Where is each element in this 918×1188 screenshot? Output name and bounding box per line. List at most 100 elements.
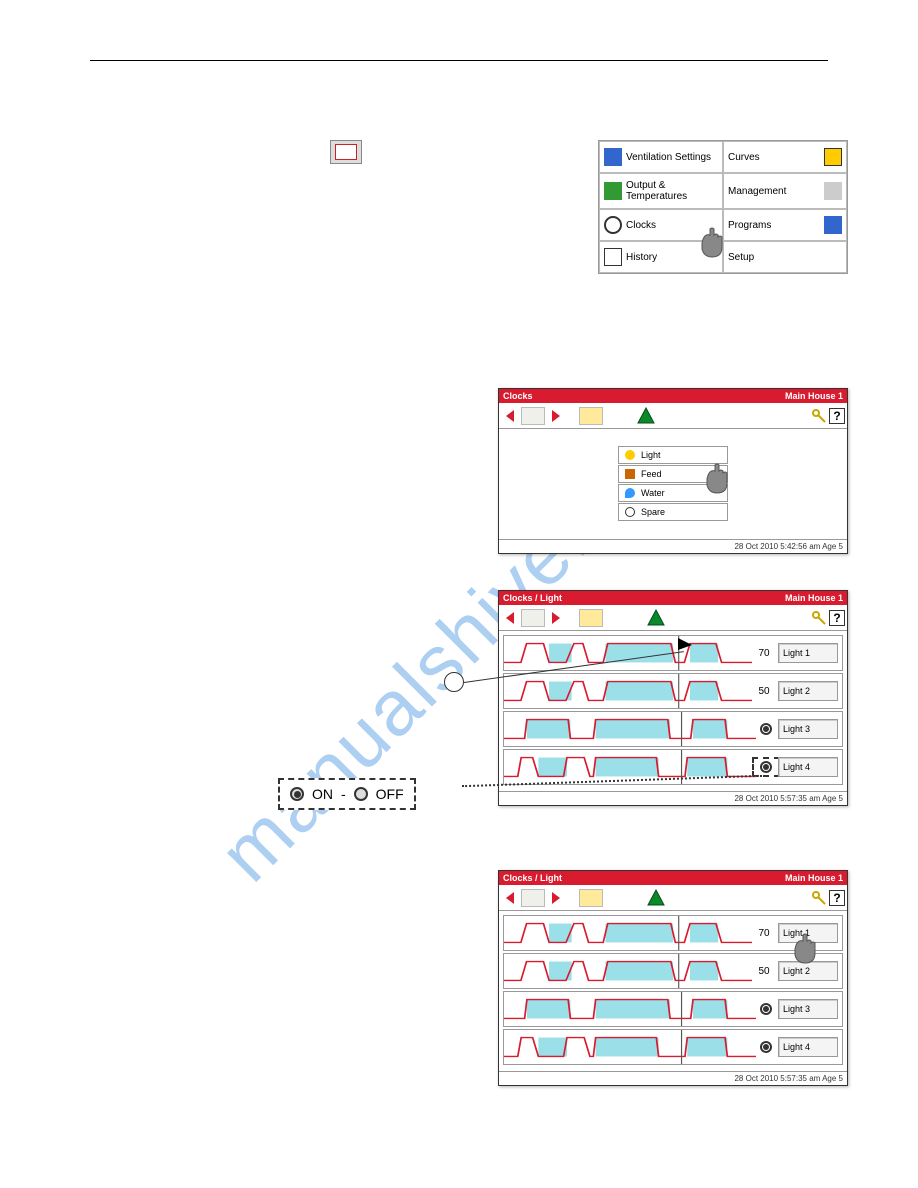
callout-circle — [444, 672, 464, 692]
menu-management[interactable]: Management — [723, 173, 847, 209]
clocks-light-screen-2: Clocks / Light Main House 1 ? — [498, 870, 848, 1086]
light-chart — [504, 916, 752, 950]
nav-prev-icon[interactable] — [501, 407, 519, 425]
menu-label: Clocks — [626, 220, 656, 231]
menu-history[interactable]: History — [599, 241, 723, 273]
screen-header: Clocks / Light Main House 1 — [499, 591, 847, 605]
screen-title-left: Clocks / Light — [503, 593, 562, 603]
screen-title-left: Clocks — [503, 391, 533, 401]
menu-curves[interactable]: Curves — [723, 141, 847, 173]
light-value: 70 — [752, 648, 776, 659]
light-button[interactable]: Light 1 — [778, 923, 838, 943]
tool-icon[interactable] — [579, 407, 603, 425]
menu-label: Setup — [728, 252, 754, 263]
key-icon[interactable] — [811, 890, 827, 906]
menu-label: Output & Temperatures — [626, 180, 718, 202]
screen-footer: 28 Oct 2010 5:57:35 am Age 5 — [499, 791, 847, 805]
menu-clocks[interactable]: Clocks — [599, 209, 723, 241]
light-radio[interactable] — [756, 1003, 776, 1015]
screen-title-right: Main House 1 — [785, 873, 843, 883]
off-label: OFF — [376, 786, 404, 802]
help-icon[interactable]: ? — [829, 610, 845, 626]
menu-ventilation[interactable]: Ventilation Settings — [599, 141, 723, 173]
home-icon[interactable] — [521, 889, 545, 907]
onoff-legend: ON - OFF — [278, 778, 416, 810]
clocks-item-feed[interactable]: Feed — [618, 465, 728, 483]
light-value: 50 — [752, 686, 776, 697]
screen-header: Clocks / Light Main House 1 — [499, 871, 847, 885]
menu-label: Management — [728, 186, 786, 197]
light-rows: 70 Light 1 50 Light 2 — [499, 631, 847, 791]
control-panel-icon — [330, 140, 362, 164]
light-radio[interactable] — [756, 761, 776, 773]
light-button[interactable]: Light 3 — [778, 719, 838, 739]
clocks-screen: Clocks Main House 1 ? Light Feed Water S… — [498, 388, 848, 554]
light-chart — [504, 1030, 756, 1064]
arrowhead-icon — [678, 638, 692, 655]
on-label: ON — [312, 786, 333, 802]
screen-header: Clocks Main House 1 — [499, 389, 847, 403]
screen-title-right: Main House 1 — [785, 593, 843, 603]
warning-icon[interactable] — [647, 889, 665, 907]
light-rows: 70 Light 1 50 Light 2 — [499, 911, 847, 1071]
clocks-item-label: Feed — [641, 469, 662, 479]
clocks-item-light[interactable]: Light — [618, 446, 728, 464]
screen-toolbar: ? — [499, 885, 847, 911]
light-chart — [504, 712, 756, 746]
tool-icon[interactable] — [579, 889, 603, 907]
warning-icon[interactable] — [637, 407, 655, 425]
light-button[interactable]: Light 4 — [778, 1037, 838, 1057]
clocks-item-spare[interactable]: Spare — [618, 503, 728, 521]
screen-toolbar: ? — [499, 403, 847, 429]
light-row: 50 Light 2 — [503, 953, 843, 989]
screen-footer: 28 Oct 2010 5:57:35 am Age 5 — [499, 1071, 847, 1085]
menu-programs[interactable]: Programs — [723, 209, 847, 241]
light-chart — [504, 992, 756, 1026]
menu-output-temp[interactable]: Output & Temperatures — [599, 173, 723, 209]
light-button[interactable]: Light 4 — [778, 757, 838, 777]
key-icon[interactable] — [811, 610, 827, 626]
help-icon[interactable]: ? — [829, 890, 845, 906]
menu-label: History — [626, 252, 657, 263]
screen-title-left: Clocks / Light — [503, 873, 562, 883]
clocks-submenu: Light Feed Water Spare — [618, 446, 728, 522]
screen-toolbar: ? — [499, 605, 847, 631]
menu-setup[interactable]: Setup — [723, 241, 847, 273]
light-chart — [504, 636, 752, 670]
light-radio[interactable] — [756, 1041, 776, 1053]
radio-off-icon — [354, 787, 368, 801]
home-icon[interactable] — [521, 609, 545, 627]
menu-label: Programs — [728, 220, 771, 231]
light-button[interactable]: Light 1 — [778, 643, 838, 663]
clocks-item-label: Water — [641, 488, 665, 498]
light-row: 50 Light 2 — [503, 673, 843, 709]
light-value: 50 — [752, 966, 776, 977]
light-button[interactable]: Light 3 — [778, 999, 838, 1019]
screen-footer: 28 Oct 2010 5:42:56 am Age 5 — [499, 539, 847, 553]
radio-on-icon — [290, 787, 304, 801]
tool-icon[interactable] — [579, 609, 603, 627]
clocks-item-label: Spare — [641, 507, 665, 517]
light-button[interactable]: Light 2 — [778, 681, 838, 701]
main-menu: Ventilation Settings Curves Output & Tem… — [598, 140, 848, 274]
home-icon[interactable] — [521, 407, 545, 425]
nav-prev-icon[interactable] — [501, 889, 519, 907]
light-radio[interactable] — [756, 723, 776, 735]
clocks-item-water[interactable]: Water — [618, 484, 728, 502]
light-chart — [504, 954, 752, 988]
key-icon[interactable] — [811, 408, 827, 424]
help-icon[interactable]: ? — [829, 408, 845, 424]
nav-next-icon[interactable] — [547, 407, 565, 425]
nav-next-icon[interactable] — [547, 889, 565, 907]
top-rule — [90, 60, 828, 61]
light-row: 70 Light 1 — [503, 915, 843, 951]
light-button[interactable]: Light 2 — [778, 961, 838, 981]
nav-next-icon[interactable] — [547, 609, 565, 627]
clocks-item-label: Light — [641, 450, 661, 460]
light-row: Light 3 — [503, 711, 843, 747]
light-row: Light 3 — [503, 991, 843, 1027]
light-chart — [504, 674, 752, 708]
warning-icon[interactable] — [647, 609, 665, 627]
menu-label: Curves — [728, 152, 760, 163]
nav-prev-icon[interactable] — [501, 609, 519, 627]
